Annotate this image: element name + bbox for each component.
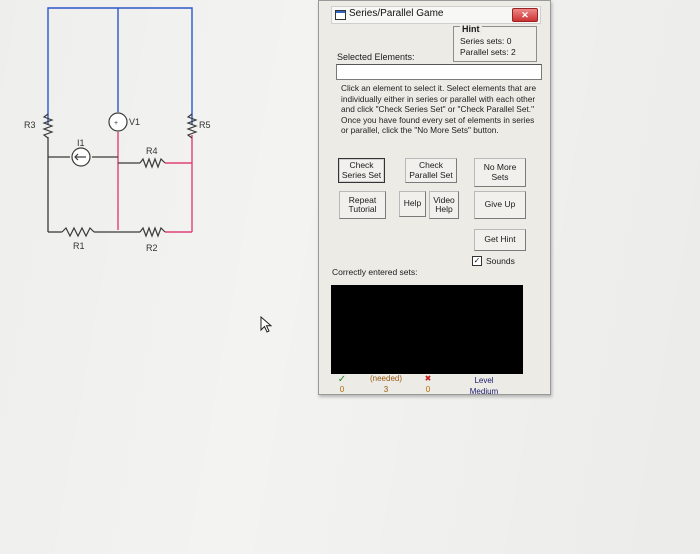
give-up-button[interactable]: Give Up [474,191,526,219]
title-bar[interactable]: Series/Parallel Game ✕ [331,6,541,24]
label-r4: R4 [146,146,158,156]
window-icon [335,10,346,20]
correct-sets-list [331,285,523,374]
label-r3: R3 [24,120,36,130]
checkbox-checked-icon[interactable]: ✓ [472,256,482,266]
needed-count: 3 [383,385,389,394]
sounds-toggle[interactable]: ✓ Sounds [472,256,515,266]
level-label: Level [474,376,494,385]
mouse-cursor-icon [260,316,273,333]
hint-group: Hint Series sets: 0 Parallel sets: 2 [453,24,537,62]
hint-title: Hint [460,24,482,34]
circuit-diagram: R3 R5 + V1 I1 R4 R1 R2 [24,7,211,253]
hint-parallel-sets: Parallel sets: 2 [460,47,516,57]
resistor-r1[interactable] [61,226,95,238]
label-r1: R1 [73,241,85,251]
selected-elements-field[interactable] [336,64,542,80]
resistor-r4[interactable] [139,157,166,169]
check-series-set-button[interactable]: Check Series Set [338,158,385,183]
needed-label: (needed) [369,374,403,383]
checkmark-icon: ✓ [337,374,347,385]
no-more-sets-button[interactable]: No More Sets [474,158,526,187]
help-button[interactable]: Help [399,191,426,217]
correct-sets-label: Correctly entered sets: [332,267,418,277]
selected-elements-label: Selected Elements: [337,52,415,62]
wrong-count: 0 [425,385,431,394]
repeat-tutorial-button[interactable]: Repeat Tutorial [339,191,386,219]
series-parallel-dialog: Series/Parallel Game ✕ Hint Series sets:… [318,0,551,396]
get-hint-button[interactable]: Get Hint [474,229,526,251]
hint-series-sets: Series sets: 0 [460,36,512,46]
label-v1: V1 [129,117,140,127]
sounds-label: Sounds [486,256,515,266]
resistor-r2[interactable] [139,226,166,238]
check-parallel-set-button[interactable]: Check Parallel Set [405,158,457,183]
label-r2: R2 [146,243,158,253]
label-r5: R5 [199,120,211,130]
cross-icon: ✖ [424,374,432,383]
wire-top [47,7,193,125]
window-title: Series/Parallel Game [349,8,444,19]
level-value: Medium [469,387,499,396]
label-i1: I1 [77,138,85,148]
correct-count: 0 [339,385,345,394]
instructions-text: Click an element to select it. Select el… [341,83,537,136]
video-help-button[interactable]: Video Help [429,191,459,219]
close-icon[interactable]: ✕ [512,8,538,22]
v1-polarity-icon: + [114,120,118,127]
